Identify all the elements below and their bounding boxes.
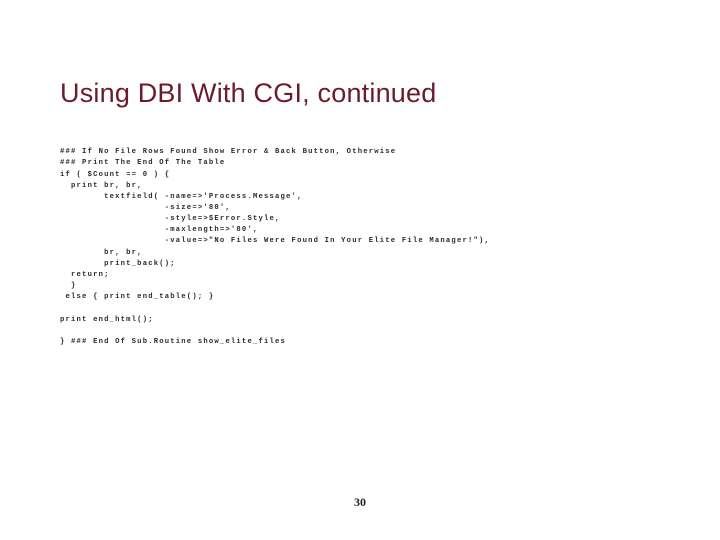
slide-title: Using DBI With CGI, continued [60,78,436,109]
page-number: 30 [0,495,720,510]
slide: Using DBI With CGI, continued ### If No … [0,0,720,540]
code-block: ### If No File Rows Found Show Error & B… [60,147,660,348]
